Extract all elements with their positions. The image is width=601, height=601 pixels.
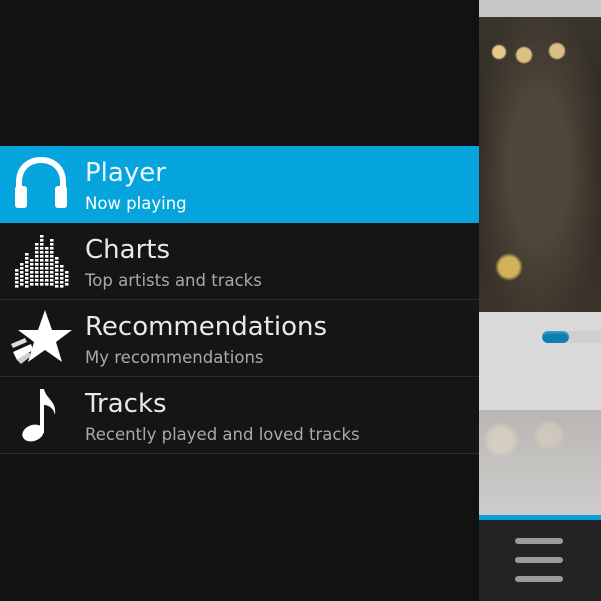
menu-item-title: Player — [85, 158, 166, 188]
album-artwork — [479, 17, 601, 312]
menu-line — [515, 576, 563, 582]
equalizer-bars-icon — [8, 231, 74, 291]
menu-item-recommendations[interactable]: Recommendations My recommendations — [0, 300, 479, 377]
slider-knob[interactable] — [542, 331, 569, 343]
player-controls — [479, 312, 601, 410]
menu-item-title: Tracks — [85, 389, 167, 419]
menu-line — [515, 538, 563, 544]
menu-item-subtitle: My recommendations — [85, 348, 264, 367]
shooting-star-icon — [8, 308, 74, 368]
menu-item-tracks[interactable]: Tracks Recently played and loved tracks — [0, 377, 479, 454]
panel-top-strip — [479, 0, 601, 17]
menu-item-title: Charts — [85, 235, 170, 265]
menu-item-title: Recommendations — [85, 312, 328, 342]
music-note-icon — [8, 385, 74, 445]
action-bar — [479, 520, 601, 601]
menu-item-subtitle: Top artists and tracks — [85, 271, 262, 290]
hamburger-menu-icon[interactable] — [514, 538, 564, 582]
menu-item-subtitle: Now playing — [85, 194, 187, 213]
headphones-icon — [8, 154, 74, 214]
menu-item-charts[interactable]: Charts Top artists and tracks — [0, 223, 479, 300]
background-overlay — [479, 410, 601, 515]
drawer-menu: Player Now playing Charts Top artists an… — [0, 146, 479, 454]
menu-item-subtitle: Recently played and loved tracks — [85, 425, 360, 444]
menu-line — [515, 557, 563, 563]
volume-slider[interactable] — [542, 331, 601, 343]
navigation-drawer: Player Now playing Charts Top artists an… — [0, 0, 479, 601]
player-panel-peek[interactable] — [479, 0, 601, 601]
menu-item-player[interactable]: Player Now playing — [0, 146, 479, 223]
